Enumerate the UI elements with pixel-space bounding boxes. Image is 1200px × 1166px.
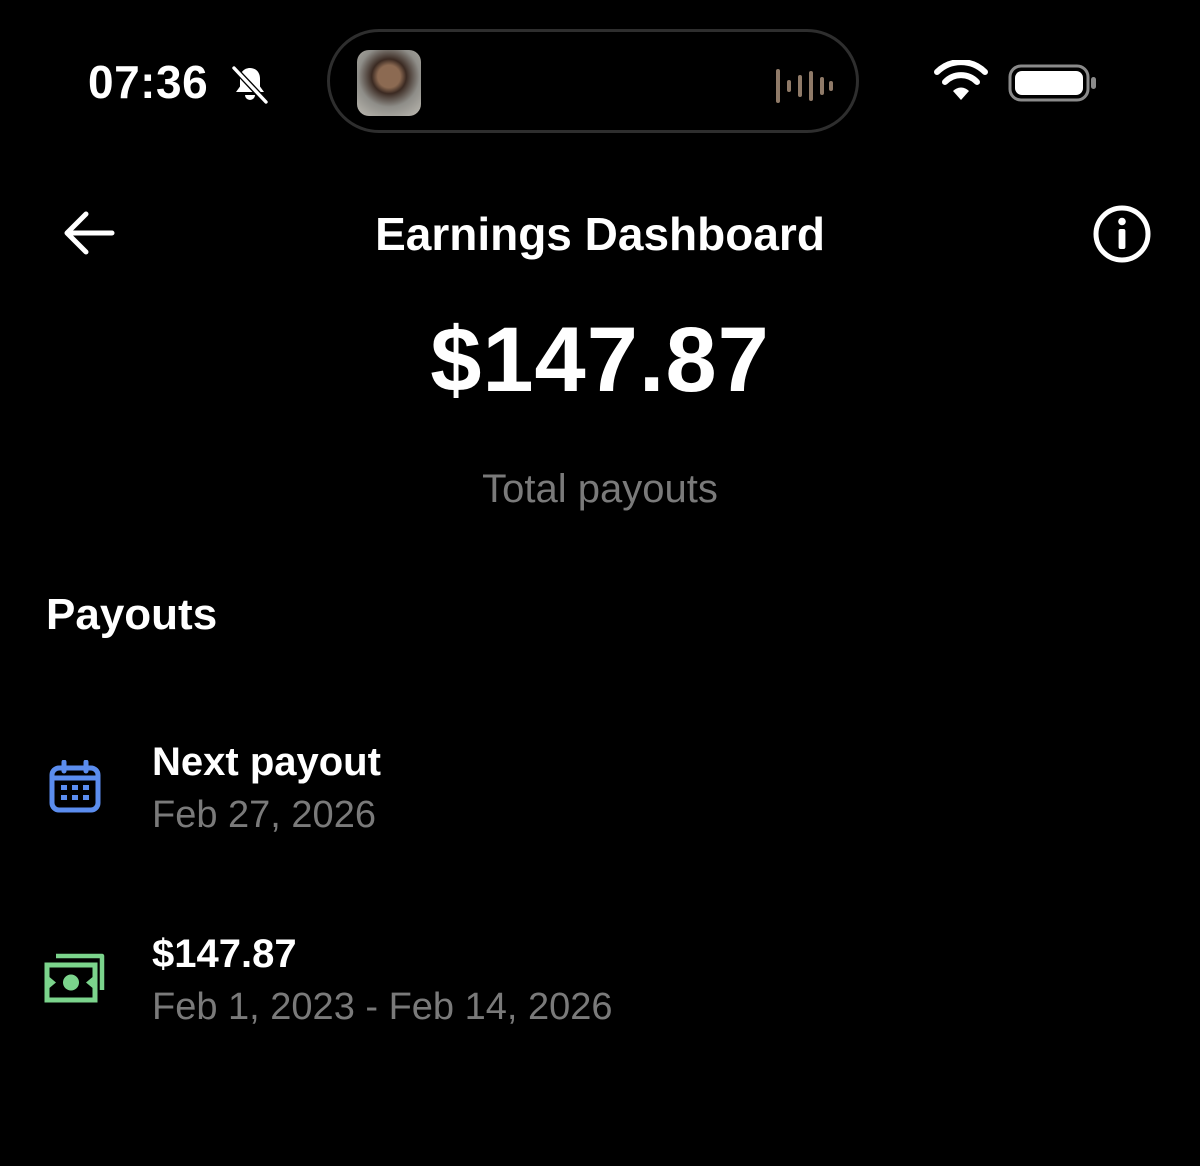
status-time: 07:36 [88,56,209,108]
bell-muted-icon [231,65,269,105]
dynamic-island[interactable] [327,29,859,133]
page-title: Earnings Dashboard [375,208,825,260]
album-thumbnail[interactable] [357,50,421,116]
total-payout-amount: $147.87 [430,309,770,411]
payouts-heading: Payouts [46,590,218,639]
list-item-subtitle: Feb 27, 2026 [152,794,376,836]
total-payout-label: Total payouts [482,467,718,511]
list-item-title: $147.87 [152,932,297,976]
calendar-icon [49,760,101,813]
info-icon[interactable] [1092,204,1152,264]
list-item-payout-period[interactable]: $147.87 Feb 1, 2023 - Feb 14, 2026 [0,922,1200,1042]
list-item-title: Next payout [152,740,381,784]
money-icon [44,953,105,1003]
list-item-subtitle: Feb 1, 2023 - Feb 14, 2026 [152,986,613,1028]
audio-wave-icon [776,69,833,103]
list-item-next-payout[interactable]: Next payout Feb 27, 2026 [0,730,1200,850]
wifi-icon [934,60,988,100]
battery-icon [1008,64,1096,102]
